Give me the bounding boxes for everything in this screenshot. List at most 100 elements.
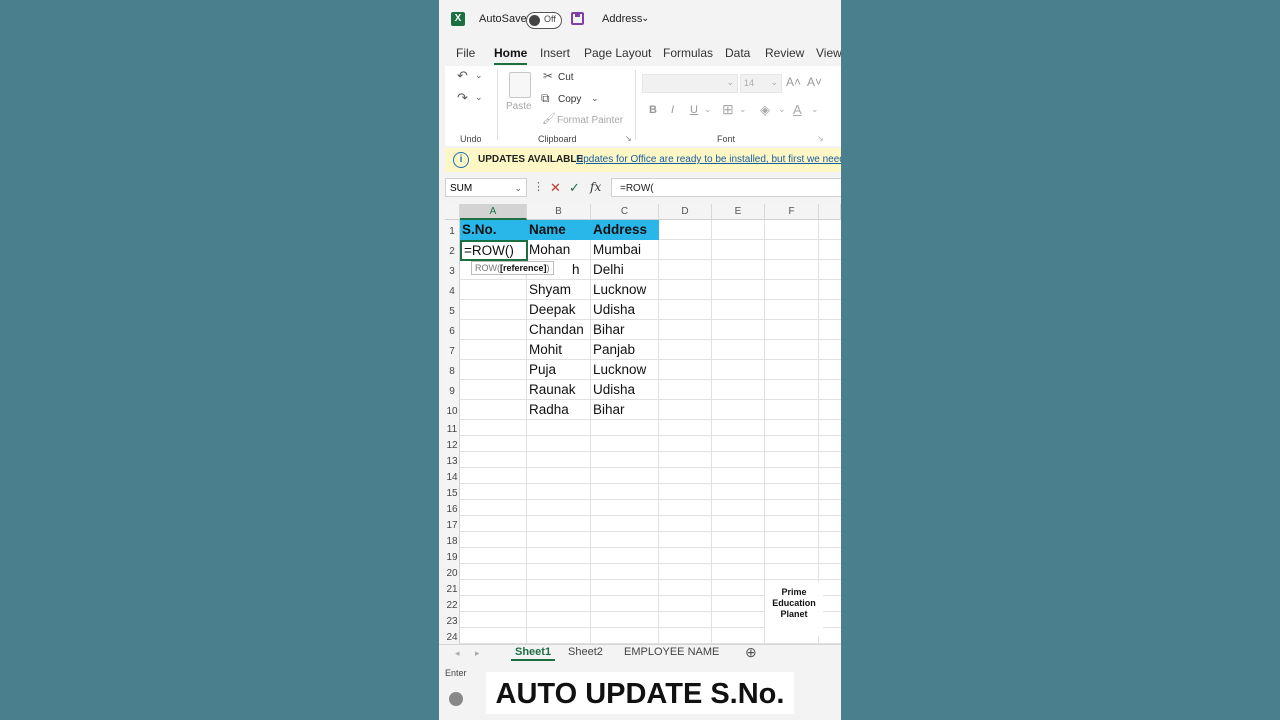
- column-header-g[interactable]: [819, 204, 841, 220]
- row-header[interactable]: 9: [445, 380, 460, 400]
- dialog-launcher-icon[interactable]: ↘: [625, 134, 632, 143]
- row-header[interactable]: 1: [445, 220, 460, 240]
- row-header[interactable]: 17: [445, 516, 460, 532]
- format-painter-button[interactable]: Format Painter: [557, 115, 623, 126]
- cancel-icon[interactable]: ✕: [550, 180, 561, 196]
- row-header[interactable]: 7: [445, 340, 460, 360]
- copy-button[interactable]: Copy: [558, 94, 581, 105]
- row-header[interactable]: 20: [445, 564, 460, 580]
- paste-icon[interactable]: [509, 72, 531, 98]
- underline-icon[interactable]: U: [690, 104, 698, 116]
- cell-name[interactable]: Puja: [527, 362, 556, 377]
- redo-icon[interactable]: ↷: [457, 90, 468, 106]
- row-header[interactable]: 12: [445, 436, 460, 452]
- row-header[interactable]: 14: [445, 468, 460, 484]
- tab-view[interactable]: View: [816, 46, 841, 60]
- cell-name[interactable]: Chandan: [527, 322, 584, 337]
- row-header[interactable]: 24: [445, 628, 460, 644]
- cell-address[interactable]: Delhi: [591, 262, 624, 277]
- more-options-icon[interactable]: ⋮: [533, 180, 544, 193]
- header-cell-address[interactable]: Address: [593, 222, 647, 237]
- cell-name[interactable]: Deepak: [527, 302, 576, 317]
- undo-dropdown-icon[interactable]: ⌄: [475, 70, 483, 81]
- tab-data[interactable]: Data: [725, 46, 750, 60]
- tab-formulas[interactable]: Formulas: [663, 46, 713, 60]
- sheet-tab-sheet1[interactable]: Sheet1: [510, 646, 556, 661]
- tab-home[interactable]: Home: [494, 46, 528, 65]
- column-header-c[interactable]: C: [591, 204, 659, 220]
- row-header[interactable]: 15: [445, 484, 460, 500]
- font-name-select[interactable]: ⌄: [642, 74, 738, 93]
- cell-address[interactable]: Bihar: [591, 322, 625, 337]
- copy-icon[interactable]: ⧉: [541, 91, 550, 106]
- select-all-corner[interactable]: [445, 204, 460, 220]
- paste-button[interactable]: Paste: [506, 101, 532, 112]
- tab-page-layout[interactable]: Page Layout: [584, 46, 651, 60]
- bold-icon[interactable]: B: [649, 104, 657, 116]
- redo-dropdown-icon[interactable]: ⌄: [475, 92, 483, 103]
- cell-address[interactable]: Bihar: [591, 402, 625, 417]
- autosave-toggle[interactable]: Off: [526, 12, 562, 29]
- row-header[interactable]: 4: [445, 280, 460, 300]
- cell-name[interactable]: h: [570, 262, 580, 277]
- row-header[interactable]: 6: [445, 320, 460, 340]
- fill-color-dropdown-icon[interactable]: ⌄: [778, 104, 786, 115]
- header-cell-name[interactable]: Name: [529, 222, 566, 237]
- cell-address[interactable]: Mumbai: [591, 242, 641, 257]
- tab-review[interactable]: Review: [765, 46, 804, 60]
- italic-icon[interactable]: I: [671, 104, 674, 116]
- cell-name[interactable]: Shyam: [527, 282, 571, 297]
- sheet-tab-employee-name[interactable]: EMPLOYEE NAME: [624, 646, 719, 658]
- undo-icon[interactable]: ↶: [457, 68, 468, 84]
- tab-file[interactable]: File: [456, 46, 475, 60]
- header-cell-sno[interactable]: S.No.: [462, 222, 497, 237]
- row-header[interactable]: 8: [445, 360, 460, 380]
- column-header-a[interactable]: A: [460, 204, 527, 220]
- copy-dropdown-icon[interactable]: ⌄: [591, 93, 599, 104]
- cell-name[interactable]: Mohit: [527, 342, 562, 357]
- cell-address[interactable]: Lucknow: [591, 282, 646, 297]
- row-header[interactable]: 21: [445, 580, 460, 596]
- column-header-b[interactable]: B: [527, 204, 591, 220]
- underline-dropdown-icon[interactable]: ⌄: [704, 104, 712, 115]
- borders-icon[interactable]: ⊞: [722, 101, 734, 118]
- font-dialog-launcher-icon[interactable]: ↘: [817, 134, 824, 143]
- circle-icon[interactable]: [449, 692, 463, 706]
- decrease-font-icon[interactable]: A˅: [807, 75, 822, 89]
- cell-name[interactable]: Raunak: [527, 382, 576, 397]
- fill-color-icon[interactable]: ◈: [760, 102, 770, 118]
- function-tooltip[interactable]: ROW([reference]): [471, 261, 554, 275]
- name-box[interactable]: SUM ⌄: [445, 178, 527, 197]
- cell-address[interactable]: Udisha: [591, 382, 635, 397]
- column-header-f[interactable]: F: [765, 204, 819, 220]
- row-header[interactable]: 11: [445, 420, 460, 436]
- update-message-link[interactable]: Updates for Office are ready to be insta…: [576, 154, 841, 165]
- row-header[interactable]: 23: [445, 612, 460, 628]
- tab-insert[interactable]: Insert: [540, 46, 570, 60]
- cut-button[interactable]: Cut: [558, 72, 574, 83]
- font-size-select[interactable]: 14 ⌄: [740, 74, 782, 93]
- cell-name[interactable]: Radha: [527, 402, 569, 417]
- enter-check-icon[interactable]: ✓: [569, 180, 580, 196]
- row-header[interactable]: 10: [445, 400, 460, 420]
- row-header[interactable]: 16: [445, 500, 460, 516]
- row-header[interactable]: 18: [445, 532, 460, 548]
- insert-function-icon[interactable]: fx: [590, 180, 601, 194]
- column-header-d[interactable]: D: [659, 204, 712, 220]
- font-color-dropdown-icon[interactable]: ⌄: [811, 104, 819, 115]
- scroll-right-icon[interactable]: ▸: [475, 648, 480, 659]
- column-header-e[interactable]: E: [712, 204, 765, 220]
- active-cell-a2[interactable]: =ROW(): [460, 240, 528, 261]
- scissors-icon[interactable]: ✂: [543, 69, 553, 83]
- cell-name[interactable]: Mohan: [527, 242, 570, 257]
- file-name[interactable]: Address: [602, 13, 642, 25]
- row-header[interactable]: 2: [445, 240, 460, 260]
- add-sheet-icon[interactable]: ⊕: [745, 644, 757, 661]
- scroll-left-icon[interactable]: ◂: [455, 648, 460, 659]
- chevron-down-icon[interactable]: ⌄: [641, 13, 649, 24]
- brush-icon[interactable]: 🖌: [542, 112, 556, 125]
- save-icon[interactable]: [571, 12, 584, 25]
- font-color-icon[interactable]: A: [793, 102, 802, 117]
- cell-address[interactable]: Udisha: [591, 302, 635, 317]
- cell-address[interactable]: Panjab: [591, 342, 635, 357]
